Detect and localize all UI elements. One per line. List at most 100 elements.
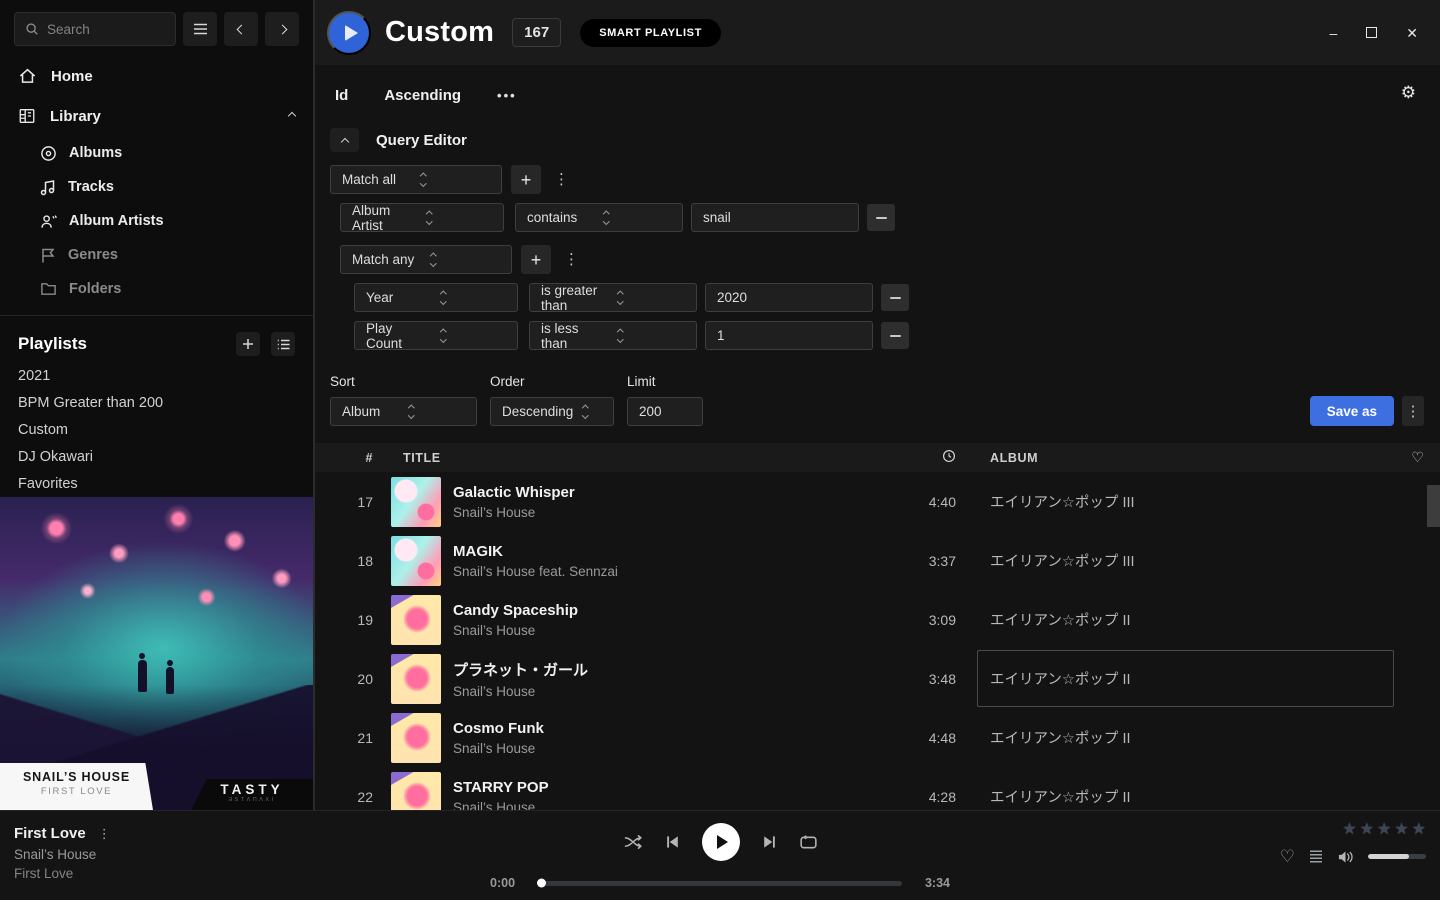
playlist-item[interactable]: Favorites: [0, 470, 313, 497]
sidebar-item-folders[interactable]: Folders: [0, 272, 313, 305]
rule-value-input[interactable]: 2020: [705, 283, 873, 312]
next-button[interactable]: [762, 835, 777, 849]
volume-fill: [1368, 854, 1409, 859]
rule-field-select[interactable]: Play Count: [354, 321, 518, 350]
save-as-button[interactable]: Save as: [1310, 396, 1394, 426]
column-index[interactable]: #: [315, 451, 373, 465]
select-arrows-icon: [441, 292, 506, 304]
collapse-icon[interactable]: [288, 112, 296, 120]
previous-button[interactable]: [665, 835, 680, 849]
track-row[interactable]: 20 プラネット・ガールSnail’s House 3:48 エイリアン☆ポップ…: [315, 649, 1440, 708]
track-row[interactable]: 21 Cosmo FunkSnail’s House 4:48 エイリアン☆ポッ…: [315, 708, 1440, 767]
nav-back-button[interactable]: [224, 12, 258, 46]
play-playlist-button[interactable]: [327, 11, 371, 55]
add-rule-button[interactable]: +: [511, 165, 541, 194]
sidebar-item-home[interactable]: Home: [0, 56, 313, 96]
close-button[interactable]: ✕: [1406, 26, 1418, 40]
rule-operator-select[interactable]: is greater than: [529, 283, 697, 312]
star-icon[interactable]: ★: [1377, 822, 1391, 838]
rule-value-input[interactable]: 1: [705, 321, 873, 350]
play-button[interactable]: [702, 823, 740, 861]
menu-button[interactable]: [183, 12, 217, 46]
playlist-item[interactable]: 2021: [0, 362, 313, 389]
star-icon[interactable]: ★: [1412, 822, 1426, 838]
repeat-button[interactable]: [799, 835, 818, 850]
seek-thumb[interactable]: [537, 879, 546, 888]
query-group-row: Match all + ⋮: [330, 165, 1440, 194]
sidebar-item-label: Folders: [69, 281, 121, 297]
limit-input[interactable]: 200: [627, 397, 703, 426]
more-options-button[interactable]: •••: [497, 88, 517, 103]
add-playlist-button[interactable]: [236, 332, 260, 356]
minimize-button[interactable]: –: [1329, 26, 1337, 40]
track-title: Cosmo Funk: [453, 720, 892, 737]
previous-icon: [665, 835, 680, 849]
queue-icon[interactable]: [1309, 850, 1323, 863]
artwork-album: FIRST LOVE: [0, 786, 153, 797]
favorite-heart-button[interactable]: ♡: [1280, 848, 1295, 865]
playlist-header: Custom 167 SMART PLAYLIST – ✕: [315, 0, 1440, 65]
sort-field-button[interactable]: Id: [335, 87, 348, 104]
star-icon[interactable]: ★: [1342, 822, 1356, 838]
track-number: 18: [315, 553, 373, 569]
group-menu-button[interactable]: ⋮: [554, 172, 569, 187]
track-duration: 3:48: [892, 671, 956, 687]
track-title: Candy Spaceship: [453, 602, 892, 619]
remove-rule-button[interactable]: [881, 284, 909, 311]
sidebar-item-album-artists[interactable]: Album Artists: [0, 204, 313, 238]
track-row[interactable]: 17 Galactic WhisperSnail’s House 4:40 エイ…: [315, 472, 1440, 531]
sort-direction-button[interactable]: Ascending: [384, 87, 461, 104]
remove-rule-button[interactable]: [867, 204, 895, 231]
sidebar-item-genres[interactable]: Genres: [0, 238, 313, 272]
order-select[interactable]: Descending: [490, 397, 614, 426]
remove-rule-button[interactable]: [881, 322, 909, 349]
select-arrows-icon: [441, 330, 506, 342]
playlist-list-button[interactable]: [271, 332, 295, 356]
heart-icon: ♡: [1411, 449, 1424, 465]
collapse-query-editor-button[interactable]: [330, 128, 359, 152]
track-number: 22: [315, 789, 373, 805]
maximize-button[interactable]: [1366, 27, 1377, 38]
star-icon[interactable]: ★: [1394, 822, 1408, 838]
album-art-thumbnail: [391, 595, 441, 645]
volume-icon[interactable]: [1337, 850, 1354, 864]
sort-bar: Id Ascending ••• ⚙: [315, 65, 1440, 104]
rule-operator-select[interactable]: is less than: [529, 321, 697, 350]
group-menu-button[interactable]: ⋮: [564, 252, 579, 267]
add-rule-button[interactable]: +: [521, 245, 551, 274]
query-rule-row: Album Artist contains snail: [340, 203, 1440, 232]
shuffle-button[interactable]: [623, 834, 643, 850]
scrollbar-thumb[interactable]: [1427, 485, 1440, 527]
rule-field-select[interactable]: Year: [354, 283, 518, 312]
track-row[interactable]: 22 STARRY POPSnail’s House 4:28 エイリアン☆ポッ…: [315, 767, 1440, 810]
playlist-item[interactable]: Custom: [0, 416, 313, 443]
track-row[interactable]: 18 MAGIKSnail’s House feat. Sennzai 3:37…: [315, 531, 1440, 590]
column-duration[interactable]: [892, 449, 956, 466]
nav-forward-button[interactable]: [265, 12, 299, 46]
match-mode-select[interactable]: Match any: [340, 245, 512, 274]
column-album[interactable]: ALBUM: [990, 443, 1396, 472]
playlist-item[interactable]: BPM Greater than 200: [0, 389, 313, 416]
search-input[interactable]: Search: [14, 12, 176, 46]
query-menu-button[interactable]: ⋮: [1402, 396, 1424, 426]
volume-slider[interactable]: [1368, 854, 1426, 859]
query-editor: Query Editor Match all + ⋮ Album Artist …: [315, 104, 1440, 426]
playlist-item[interactable]: DJ Okawari: [0, 443, 313, 470]
sidebar-item-tracks[interactable]: Tracks: [0, 170, 313, 204]
track-menu-button[interactable]: ⋮: [98, 827, 111, 840]
column-title[interactable]: TITLE: [403, 451, 892, 465]
column-favorite[interactable]: ♡: [1396, 449, 1440, 466]
sidebar-item-library[interactable]: Library: [0, 96, 313, 136]
sidebar-item-albums[interactable]: Albums: [0, 136, 313, 170]
match-mode-select[interactable]: Match all: [330, 165, 502, 194]
track-row[interactable]: 19 Candy SpaceshipSnail’s House 3:09 エイリ…: [315, 590, 1440, 649]
sort-select[interactable]: Album: [330, 397, 477, 426]
rule-value-input[interactable]: snail: [691, 203, 859, 232]
seek-bar[interactable]: [538, 881, 902, 886]
now-playing-artwork[interactable]: SNAIL’S HOUSE FIRST LOVE TASTY ƎSTΛПΛXI: [0, 497, 313, 810]
rule-operator-select[interactable]: contains: [515, 203, 683, 232]
gear-icon[interactable]: ⚙: [1401, 83, 1416, 103]
rule-field-select[interactable]: Album Artist: [340, 203, 504, 232]
star-icon[interactable]: ★: [1360, 822, 1374, 838]
select-arrows-icon: [421, 174, 490, 186]
